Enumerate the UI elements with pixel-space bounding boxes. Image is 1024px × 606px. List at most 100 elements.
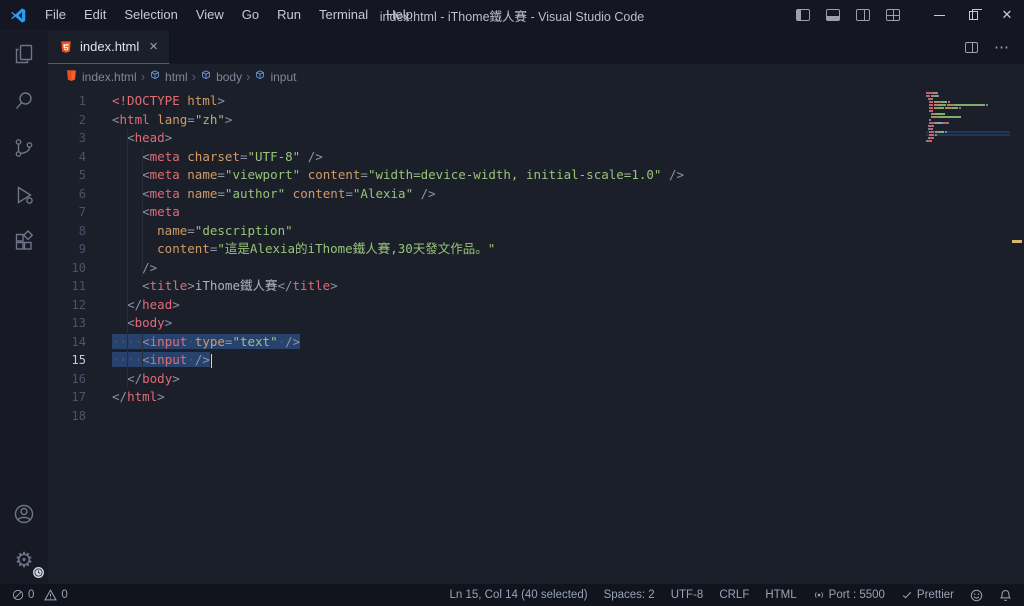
prettier-label: Prettier xyxy=(916,589,954,601)
split-editor-icon[interactable] xyxy=(965,41,978,53)
line-number: 12 xyxy=(71,297,86,312)
code-line-9[interactable]: content="這是Alexia的iThome鐵人賽,30天發文作品。" xyxy=(112,240,1024,259)
menu-run[interactable]: Run xyxy=(268,0,310,30)
minimap-line xyxy=(926,119,1010,121)
code-line-1[interactable]: <!DOCTYPE html> xyxy=(112,92,1024,111)
explorer-icon[interactable] xyxy=(0,30,48,77)
extensions-icon[interactable] xyxy=(0,218,48,265)
code-line-2[interactable]: <html lang="zh"> xyxy=(112,111,1024,130)
breadcrumb-item-input[interactable]: input xyxy=(254,69,296,84)
code-line-10[interactable]: /> xyxy=(112,259,1024,278)
gutter: 1 2 3 4 5 6 7 8 9 10 11 12 13 14 15 16 17 18 xyxy=(48,89,112,584)
run-debug-icon[interactable] xyxy=(0,171,48,218)
indentation-label: Spaces: 2 xyxy=(603,589,655,601)
line-number: 16 xyxy=(71,371,86,386)
prettier[interactable]: Prettier xyxy=(901,589,954,601)
line-number: 7 xyxy=(78,205,86,219)
status-items: Ln 15, Col 14 (40 selected) Spaces: 2 UTF-… xyxy=(449,589,954,601)
minimap-line xyxy=(926,140,1010,142)
warning-count: 0 xyxy=(61,589,68,601)
code-line-7[interactable]: <meta xyxy=(112,203,1024,222)
more-actions-icon[interactable]: ⋯ xyxy=(994,38,1010,56)
customize-layout-icon[interactable] xyxy=(886,9,900,21)
code-line-4[interactable]: <meta charset="UTF-8" /> xyxy=(112,148,1024,167)
minimize-button[interactable] xyxy=(922,0,956,30)
eol-label: CRLF xyxy=(719,589,750,601)
menu-edit[interactable]: Edit xyxy=(75,0,115,30)
restore-button[interactable] xyxy=(956,0,990,30)
code-editor: 1 2 3 4 5 6 7 8 9 10 11 12 13 14 15 16 17 18 <!DOCTYPE ht… xyxy=(48,89,1024,584)
minimap-line xyxy=(926,122,1010,124)
close-tab-icon[interactable]: × xyxy=(149,39,158,54)
breadcrumb: index.html › html › body › input xyxy=(48,64,1024,89)
line-number: 11 xyxy=(71,279,86,293)
notifications-bell-icon[interactable] xyxy=(999,589,1012,602)
code-line-16[interactable]: </body> xyxy=(112,370,1024,389)
menu-terminal[interactable]: Terminal xyxy=(310,0,377,30)
code-line-12[interactable]: </head> xyxy=(112,296,1024,315)
line-number: 17 xyxy=(71,390,86,404)
line-number: 10 xyxy=(71,260,86,275)
toggle-secondary-sidebar-icon[interactable] xyxy=(856,9,870,21)
menu-file[interactable]: File xyxy=(36,0,75,30)
feedback-smiley-icon[interactable] xyxy=(970,589,983,602)
line-number: 4 xyxy=(78,149,86,164)
minimap-line xyxy=(926,92,1010,94)
settings-button[interactable]: ⚙ xyxy=(0,537,48,584)
problems-status[interactable]: 0 0 xyxy=(12,589,68,601)
chevron-right-icon: › xyxy=(246,69,251,84)
tab-actions: ⋯ xyxy=(965,30,1024,64)
language-mode[interactable]: HTML xyxy=(765,589,796,601)
indentation[interactable]: Spaces: 2 xyxy=(604,589,655,601)
accounts-icon[interactable] xyxy=(0,490,48,537)
menu-bar: File Edit Selection View Go Run Terminal Help xyxy=(36,0,422,30)
code-line-17[interactable]: </html> xyxy=(112,388,1024,407)
activity-bar: ⚙ xyxy=(0,30,48,584)
encoding[interactable]: UTF-8 xyxy=(671,589,704,601)
code-line-11[interactable]: <title>iThome鐵人賽</title> xyxy=(112,277,1024,296)
restore-icon xyxy=(968,8,982,20)
minimap-line xyxy=(926,134,1010,136)
breadcrumb-item-html[interactable]: html xyxy=(149,69,188,84)
code-line-3[interactable]: <head> xyxy=(112,129,1024,148)
code-line-8[interactable]: name="description" xyxy=(112,222,1024,241)
cursor-position[interactable]: Ln 15, Col 14 (40 selected) xyxy=(449,589,587,601)
source-control-icon[interactable] xyxy=(0,124,48,171)
line-number: 8 xyxy=(78,223,86,238)
code-line-14[interactable]: ····<input·type="text"·/> xyxy=(112,333,1024,352)
line-number: 13 xyxy=(71,316,86,330)
code-line-18[interactable] xyxy=(112,407,1024,426)
editor-area: index.html × ⋯ index.html › html › body › inpu… xyxy=(48,30,1024,584)
menu-selection[interactable]: Selection xyxy=(115,0,186,30)
minimap-line xyxy=(926,128,1010,130)
line-number: 1 xyxy=(78,94,86,108)
encoding-label: UTF-8 xyxy=(670,589,704,601)
live-server-port[interactable]: Port : 5500 xyxy=(813,589,885,601)
titlebar: File Edit Selection View Go Run Terminal Help i… xyxy=(0,0,1024,30)
tab-index-html[interactable]: index.html × xyxy=(48,30,171,64)
eol[interactable]: CRLF xyxy=(719,589,749,601)
overview-ruler[interactable] xyxy=(1010,89,1024,584)
menu-view[interactable]: View xyxy=(187,0,233,30)
code-line-6[interactable]: <meta name="author" content="Alexia" /> xyxy=(112,185,1024,204)
breadcrumb-item-body[interactable]: body xyxy=(200,69,242,84)
indent-guide xyxy=(127,129,128,388)
status-bar: 0 0 Ln 15, Col 14 (40 selected) Spaces: 2… xyxy=(0,584,1024,606)
menu-go[interactable]: Go xyxy=(233,0,268,30)
code-line-15[interactable]: ····<input·/> xyxy=(112,351,1024,370)
toggle-primary-sidebar-icon[interactable] xyxy=(796,9,810,21)
gear-icon: ⚙ xyxy=(14,549,34,572)
code-line-13[interactable]: <body> xyxy=(112,314,1024,333)
symbol-tag-icon xyxy=(200,69,212,84)
minimap-line xyxy=(926,137,1010,139)
minimap-line xyxy=(926,125,1010,127)
tab-bar: index.html × ⋯ xyxy=(48,30,1024,64)
search-icon[interactable] xyxy=(0,77,48,124)
close-window-button[interactable]: ✕ xyxy=(990,0,1024,30)
minimap-line xyxy=(926,131,1010,133)
code-line-5[interactable]: <meta name="viewport" content="width=dev… xyxy=(112,166,1024,185)
minimap[interactable] xyxy=(926,92,1010,146)
breadcrumb-item-index-html[interactable]: index.html xyxy=(65,69,137,85)
toggle-panel-icon[interactable] xyxy=(826,9,840,21)
modified-lines-marker xyxy=(1012,240,1022,243)
